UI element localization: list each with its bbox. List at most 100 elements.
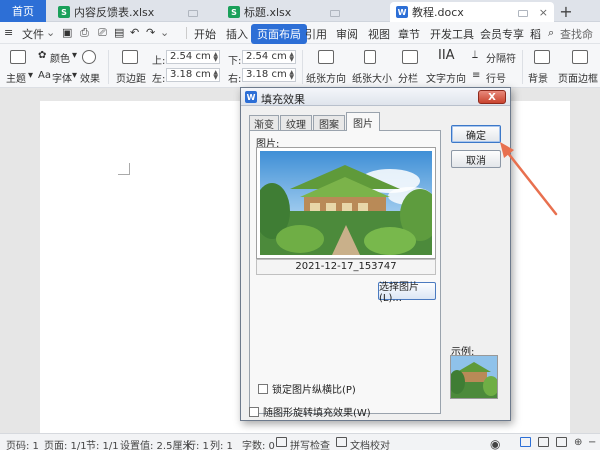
chevron-down-icon[interactable]: ⌄: [160, 26, 169, 39]
ok-button[interactable]: 确定: [451, 125, 501, 143]
menu-icon[interactable]: ≡: [4, 26, 13, 39]
colors-button[interactable]: 颜色: [50, 50, 70, 65]
cancel-button[interactable]: 取消: [451, 150, 501, 168]
reading-view-icon[interactable]: [556, 437, 567, 447]
picture-filename: 2021-12-17_153747: [256, 259, 436, 275]
menu-more[interactable]: 稻: [530, 26, 541, 42]
paper-size-icon[interactable]: [364, 50, 376, 64]
spinner-icon[interactable]: ▲ ▼: [289, 70, 294, 81]
menu-start[interactable]: 开始: [194, 26, 216, 42]
lock-ratio-checkbox[interactable]: [258, 383, 268, 394]
dialog-close-button[interactable]: X: [478, 90, 506, 104]
menu-member[interactable]: 会员专享: [480, 26, 524, 42]
columns-icon[interactable]: [402, 50, 418, 64]
proofread-icon[interactable]: [336, 437, 347, 447]
save-icon[interactable]: ▣: [62, 26, 72, 39]
margin-corner-mark: [118, 163, 130, 175]
export-icon[interactable]: ⎙: [80, 26, 89, 40]
minus-icon[interactable]: −: [588, 437, 596, 448]
close-tab-icon[interactable]: ×: [539, 6, 548, 19]
spell-check-button[interactable]: 拼写检查: [290, 437, 330, 450]
menu-page-layout[interactable]: 页面布局: [251, 24, 307, 44]
text-direction-icon[interactable]: IIA: [438, 48, 455, 63]
paper-size-button[interactable]: 纸张大小: [352, 70, 392, 85]
outline-view-icon[interactable]: [538, 437, 549, 447]
spinner-icon[interactable]: ▲ ▼: [213, 52, 218, 63]
page-border-icon[interactable]: [572, 50, 588, 64]
chevron-down-icon[interactable]: ⌄: [46, 26, 55, 39]
background-icon[interactable]: [534, 50, 550, 64]
menu-references[interactable]: 引用: [305, 26, 327, 42]
top-margin-input[interactable]: 2.54 cm ▲ ▼: [166, 50, 220, 64]
rotate-fill-label: 随图形旋转填充效果(W): [263, 408, 371, 419]
preview-icon[interactable]: ▤: [114, 26, 124, 39]
margins-button[interactable]: 页边距: [116, 70, 146, 85]
orientation-icon[interactable]: [318, 50, 334, 64]
rotate-fill-row[interactable]: 随图形旋转填充效果(W): [249, 404, 371, 419]
spellcheck-icon[interactable]: [276, 437, 287, 447]
right-margin-input[interactable]: 3.18 cm ▲ ▼: [242, 68, 296, 82]
spinner-icon[interactable]: ▲ ▼: [289, 52, 294, 63]
writer-icon: W: [245, 91, 257, 103]
dialog-title-bar[interactable]: W 填充效果 X: [241, 88, 510, 106]
picture-preview: [256, 147, 436, 259]
menu-developer[interactable]: 开发工具: [430, 26, 474, 42]
monitor-icon: [330, 10, 340, 17]
tab-tutorial-docx[interactable]: W 教程.docx ×: [390, 2, 554, 22]
file-menu[interactable]: 文件: [22, 26, 44, 42]
menu-insert[interactable]: 插入: [226, 26, 248, 42]
redo-icon[interactable]: ↷: [146, 26, 155, 39]
writer-icon: W: [396, 6, 408, 18]
status-words: 字数: 0: [242, 441, 275, 450]
menu-view[interactable]: 视图: [368, 26, 390, 42]
bottom-margin-input[interactable]: 2.54 cm ▲ ▼: [242, 50, 296, 64]
monitor-icon: [188, 10, 198, 17]
status-bar: 页码: 1 页面: 1/1 节: 1/1 设置值: 2.5厘米 行: 1 列: …: [0, 433, 600, 450]
tab-feedback-xlsx[interactable]: S 内容反馈表.xlsx: [52, 2, 198, 22]
undo-icon[interactable]: ↶: [130, 26, 139, 39]
tab-gradient[interactable]: 渐变: [249, 115, 279, 131]
fill-effects-dialog: W 填充效果 X 渐变 纹理 图案 图片 图片: 2021-12-17_1537…: [240, 87, 511, 421]
background-button[interactable]: 背景: [528, 70, 548, 85]
home-tab[interactable]: 首页: [0, 0, 46, 22]
eye-icon[interactable]: ◉: [490, 437, 500, 450]
tab-title-xlsx[interactable]: S 标题.xlsx: [222, 2, 348, 22]
select-picture-button[interactable]: 选择图片(L)...: [378, 282, 436, 304]
theme-button[interactable]: 主题: [6, 70, 26, 85]
page-border-button[interactable]: 页面边框: [558, 70, 598, 85]
fonts-button[interactable]: 字体: [52, 70, 72, 85]
columns-button[interactable]: 分栏: [398, 70, 418, 85]
bottom-margin-label: 下:: [228, 56, 242, 67]
lock-ratio-row[interactable]: 锁定图片纵横比(P): [258, 381, 356, 396]
sample-preview: [450, 355, 498, 399]
line-number-button[interactable]: 行号: [486, 70, 506, 85]
right-margin-label: 右:: [228, 74, 242, 85]
top-margin-label: 上:: [152, 56, 166, 67]
tab-pattern[interactable]: 图案: [313, 115, 345, 131]
effects-icon[interactable]: [82, 50, 96, 64]
text-direction-button[interactable]: 文字方向: [426, 70, 466, 85]
left-margin-input[interactable]: 3.18 cm ▲ ▼: [166, 68, 220, 82]
search-icon[interactable]: ⌕: [548, 26, 554, 40]
proofread-button[interactable]: 文档校对: [350, 437, 390, 450]
tab-texture[interactable]: 纹理: [280, 115, 312, 131]
anime-house-image: [260, 151, 432, 255]
menu-review[interactable]: 审阅: [336, 26, 358, 42]
spinner-icon[interactable]: ▲ ▼: [213, 70, 218, 81]
tab-picture[interactable]: 图片: [346, 112, 380, 131]
margins-icon[interactable]: [122, 50, 138, 64]
page-view-icon[interactable]: [520, 437, 531, 447]
rotate-fill-checkbox[interactable]: [249, 406, 259, 417]
globe-icon[interactable]: ⊕: [574, 437, 582, 448]
new-tab-button[interactable]: +: [556, 0, 576, 22]
separator-icon: ⟘: [472, 50, 478, 61]
separator-button[interactable]: 分隔符: [486, 50, 516, 65]
sheet-icon: S: [58, 6, 70, 18]
chevron-down-icon: ▾: [72, 70, 78, 81]
tab-label: 教程.docx: [412, 6, 464, 19]
theme-icon[interactable]: [10, 50, 26, 64]
effects-button[interactable]: 效果: [80, 70, 100, 85]
menu-chapter[interactable]: 章节: [398, 26, 420, 42]
orientation-button[interactable]: 纸张方向: [306, 70, 346, 85]
print-icon[interactable]: ⎚: [98, 26, 107, 40]
